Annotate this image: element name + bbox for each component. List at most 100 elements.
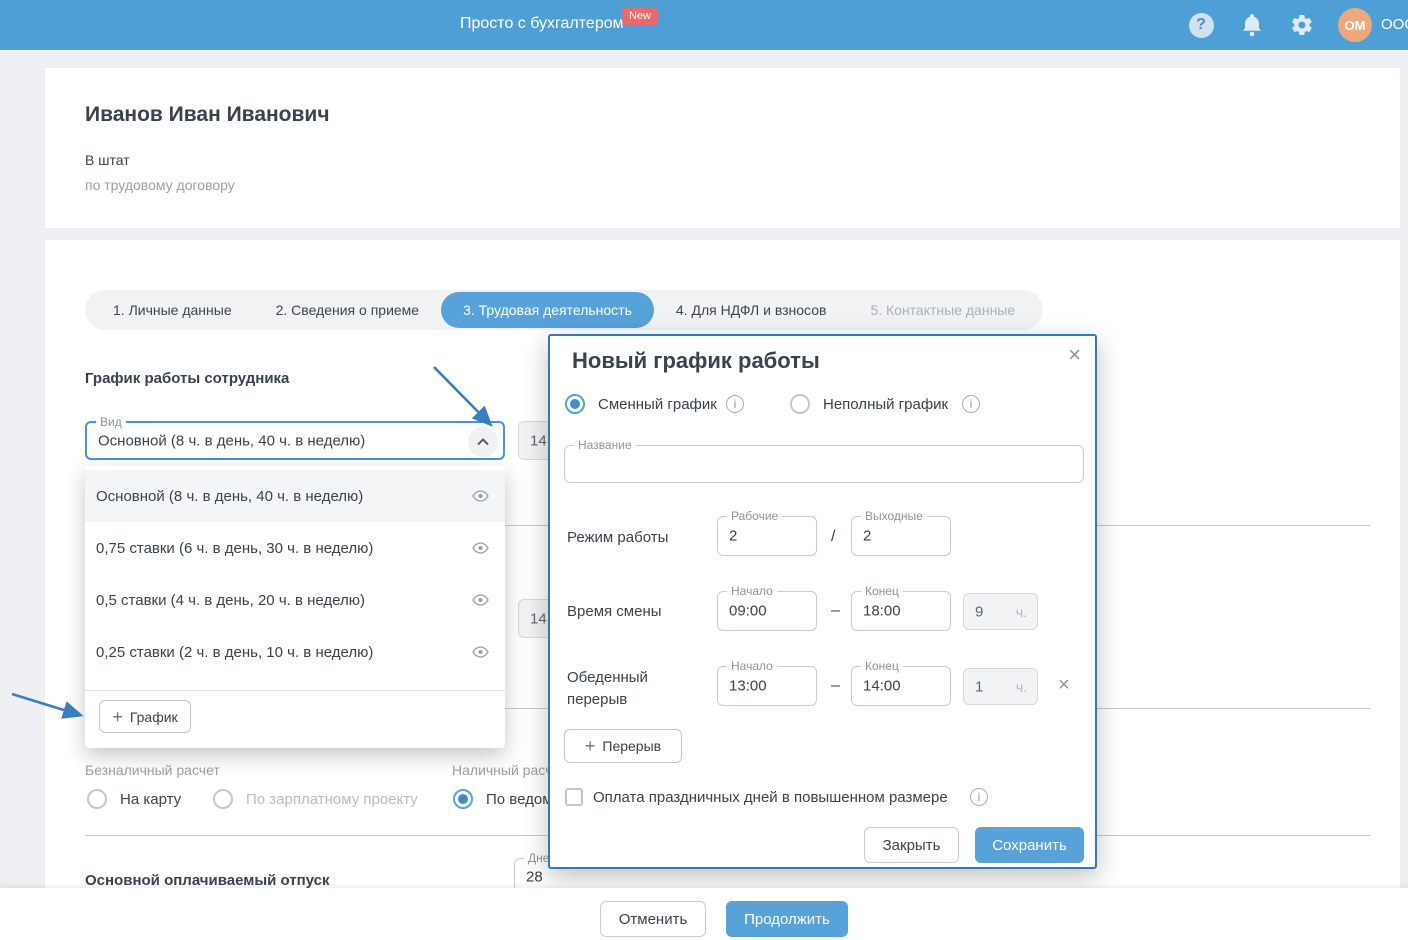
radio-parttime-schedule[interactable] — [790, 394, 810, 414]
add-break-button[interactable]: + Перерыв — [564, 729, 682, 763]
plus-icon: + — [584, 736, 596, 756]
eye-icon[interactable] — [472, 646, 489, 658]
tab-personal-data[interactable]: 1. Личные данные — [91, 292, 254, 328]
continue-button-label: Продолжить — [744, 910, 830, 928]
modal-close-button[interactable]: Закрыть — [864, 827, 959, 863]
add-break-button-label: Перерыв — [602, 738, 662, 754]
shift-start-value: 09:00 — [729, 602, 767, 620]
employee-name: Иванов Иван Иванович — [85, 103, 330, 126]
cancel-button-label: Отменить — [618, 910, 688, 928]
schedule-name-input[interactable]: Название — [564, 438, 1084, 483]
schedule-section-title: График работы сотрудника — [85, 370, 290, 387]
cancel-button[interactable]: Отменить — [600, 901, 706, 937]
help-button[interactable]: ? — [1188, 12, 1214, 38]
shift-end-label: Конец — [861, 584, 903, 598]
org-name[interactable]: ООО — [1381, 16, 1408, 33]
schedule-type-dropdown: Основной (8 ч. в день, 40 ч. в неделю) 0… — [85, 466, 505, 748]
employee-type: В штат — [85, 152, 130, 168]
lunch-start-label: Начало — [727, 659, 777, 673]
work-days-value: 2 — [729, 527, 738, 545]
cash-label: Наличный расч — [452, 762, 553, 778]
info-icon[interactable]: i — [726, 395, 744, 413]
help-icon: ? — [1188, 12, 1214, 38]
shift-end-input[interactable]: Конец 18:00 — [851, 584, 951, 631]
vacation-days-value: 28 — [526, 868, 543, 886]
modal-title: Новый график работы — [572, 348, 820, 373]
tab-work-activity[interactable]: 3. Трудовая деятельность — [441, 292, 654, 328]
dropdown-option-3[interactable]: 0,5 ставки (4 ч. в день, 20 ч. в неделю) — [85, 574, 505, 626]
close-icon[interactable]: × — [1068, 342, 1081, 368]
dropdown-option-1-label: Основной (8 ч. в день, 40 ч. в неделю) — [96, 487, 364, 505]
page: Просто с бухгалтером New ? ОМ ООО Иванов… — [0, 0, 1408, 940]
add-schedule-button-label: График — [129, 708, 178, 725]
modal-save-button[interactable]: Сохранить — [975, 827, 1084, 863]
radio-by-statement-label[interactable]: По ведом — [486, 791, 553, 808]
chevron-up-icon[interactable] — [468, 427, 498, 457]
remove-break-icon[interactable]: × — [1058, 674, 1070, 697]
lunch-start-value: 13:00 — [729, 677, 767, 695]
dropdown-option-4-label: 0,25 ставки (2 ч. в день, 10 ч. в неделю… — [96, 643, 374, 661]
lunch-hours-value: 1 — [975, 678, 984, 695]
dropdown-option-2-label: 0,75 ставки (6 ч. в день, 30 ч. в неделю… — [96, 539, 374, 557]
plus-icon: + — [112, 706, 123, 727]
add-schedule-button[interactable]: + График — [99, 700, 191, 733]
radio-shift-schedule-label[interactable]: Сменный график — [598, 396, 717, 413]
radio-to-card-label[interactable]: На карту — [120, 791, 181, 808]
radio-parttime-schedule-label[interactable]: Неполный график — [823, 396, 948, 413]
work-days-label: Рабочие — [727, 509, 783, 523]
lunch-end-label: Конец — [861, 659, 903, 673]
schedule-name-label: Название — [574, 438, 636, 452]
user-avatar[interactable]: ОМ — [1338, 8, 1372, 42]
tab-ndfl[interactable]: 4. Для НДФЛ и взносов — [654, 292, 849, 328]
lunch-hours-unit: ч. — [1015, 678, 1027, 695]
radio-salary-project[interactable] — [213, 789, 233, 809]
shift-start-input[interactable]: Начало 09:00 — [717, 584, 817, 631]
vacation-section-title: Основной оплачиваемый отпуск — [85, 872, 330, 889]
continue-button[interactable]: Продолжить — [726, 901, 848, 937]
eye-icon[interactable] — [472, 490, 489, 502]
dropdown-option-3-label: 0,5 ставки (4 ч. в день, 20 ч. в неделю) — [96, 591, 365, 609]
schedule-type-label: Вид — [96, 415, 126, 429]
top-header: Просто с бухгалтером New ? ОМ ООО — [0, 0, 1408, 50]
shift-start-label: Начало — [727, 584, 777, 598]
holiday-pay-label[interactable]: Оплата праздничных дней в повышенном раз… — [593, 789, 948, 806]
lunch-end-input[interactable]: Конец 14:00 — [851, 659, 951, 706]
dropdown-divider — [85, 690, 505, 691]
lunch-dash: – — [831, 677, 840, 694]
radio-shift-schedule[interactable] — [565, 394, 585, 414]
shift-hours-value: 9 — [975, 603, 984, 620]
info-icon[interactable]: i — [962, 395, 980, 413]
shift-dash: – — [831, 602, 840, 619]
modal-close-button-label: Закрыть — [882, 836, 941, 854]
lunch-hours-field: 1 ч. — [963, 668, 1038, 705]
holiday-pay-checkbox[interactable] — [565, 788, 583, 806]
eye-icon[interactable] — [472, 542, 489, 554]
employee-card: Иванов Иван Иванович В штат по трудовому… — [45, 68, 1400, 228]
gear-icon — [1290, 13, 1314, 37]
dropdown-option-1[interactable]: Основной (8 ч. в день, 40 ч. в неделю) — [85, 470, 505, 522]
radio-by-statement[interactable] — [453, 789, 473, 809]
eye-icon[interactable] — [472, 594, 489, 606]
work-days-input[interactable]: Рабочие 2 — [717, 509, 817, 556]
employee-contract: по трудовому договору — [85, 177, 235, 193]
settings-button[interactable] — [1289, 12, 1315, 38]
radio-to-card[interactable] — [87, 789, 107, 809]
shift-hours-field: 9 ч. — [963, 593, 1038, 630]
bell-icon — [1241, 13, 1263, 37]
dropdown-option-4[interactable]: 0,25 ставки (2 ч. в день, 10 ч. в неделю… — [85, 626, 505, 678]
rest-days-label: Выходные — [861, 509, 927, 523]
rest-days-value: 2 — [863, 527, 872, 545]
lunch-start-input[interactable]: Начало 13:00 — [717, 659, 817, 706]
info-icon[interactable]: i — [970, 788, 988, 806]
notifications-button[interactable] — [1239, 12, 1265, 38]
schedule-type-select[interactable]: Вид Основной (8 ч. в день, 40 ч. в недел… — [85, 415, 505, 460]
radio-salary-project-label[interactable]: По зарплатному проекту — [246, 791, 418, 808]
tab-hiring-info[interactable]: 2. Сведения о приеме — [254, 292, 441, 328]
shift-time-label: Время смены — [567, 603, 662, 620]
schedule-type-value: Основной (8 ч. в день, 40 ч. в неделю) — [98, 432, 366, 449]
tab-contacts[interactable]: 5. Контактные данные — [848, 292, 1037, 328]
rest-days-input[interactable]: Выходные 2 — [851, 509, 951, 556]
lunch-end-value: 14:00 — [863, 677, 901, 695]
form-footer: Отменить Продолжить — [0, 888, 1408, 940]
dropdown-option-2[interactable]: 0,75 ставки (6 ч. в день, 30 ч. в неделю… — [85, 522, 505, 574]
